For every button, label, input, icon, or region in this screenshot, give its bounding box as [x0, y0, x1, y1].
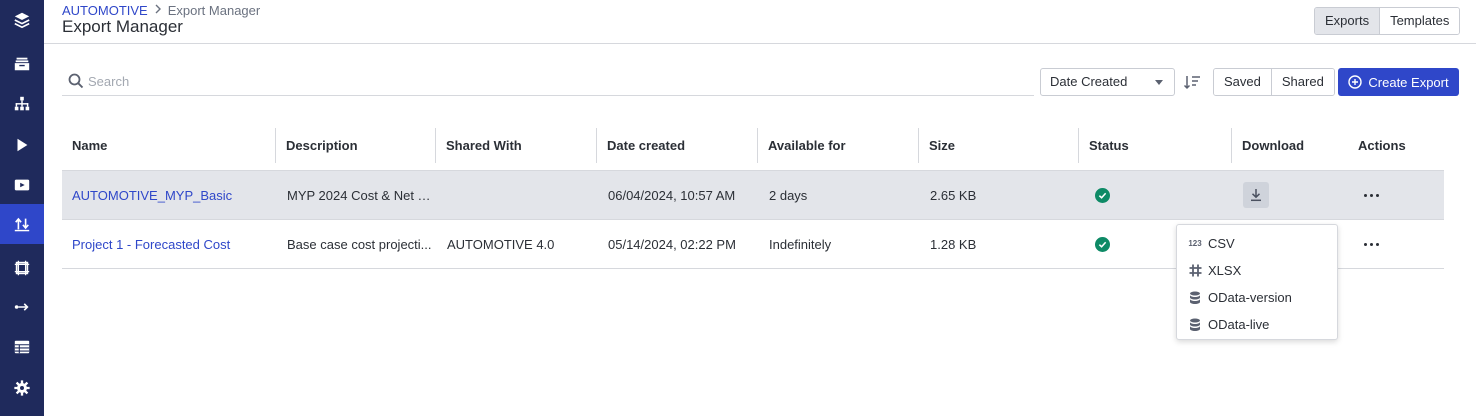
column-header-shared-with[interactable]: Shared With	[435, 128, 596, 163]
table-header: Name Description Shared With Date create…	[62, 120, 1444, 171]
search-input[interactable]	[88, 70, 988, 92]
sort-direction-icon[interactable]	[1182, 72, 1202, 92]
breadcrumb-root-link[interactable]: AUTOMOTIVE	[62, 3, 148, 18]
column-header-status[interactable]: Status	[1078, 128, 1231, 163]
database-icon	[1188, 291, 1202, 305]
download-icon	[1251, 189, 1261, 202]
inbox-icon[interactable]	[0, 44, 44, 84]
more-actions-icon[interactable]	[1364, 242, 1379, 246]
create-export-label: Create Export	[1368, 74, 1449, 90]
filter-toggle: Saved Shared	[1213, 68, 1335, 96]
export-date-created: 05/14/2024, 02:22 PM	[608, 236, 736, 252]
export-shared-with: AUTOMOTIVE 4.0	[447, 236, 555, 252]
play-icon[interactable]	[0, 125, 44, 165]
filter-saved-button[interactable]: Saved	[1214, 69, 1271, 95]
plus-circle-icon	[1348, 75, 1363, 89]
menu-item-label: XLSX	[1208, 263, 1242, 278]
column-header-available-for[interactable]: Available for	[757, 128, 918, 163]
view-toggle: Exports Templates	[1314, 7, 1461, 35]
status-cell	[1085, 220, 1145, 268]
download-cell	[1233, 171, 1293, 219]
export-description: MYP 2024 Cost & Net P...	[277, 171, 437, 219]
export-shared-with	[437, 171, 597, 219]
export-size: 2.65 KB	[930, 187, 977, 203]
export-description: Base case cost projecti...	[277, 220, 437, 268]
export-date-created: 06/04/2024, 10:57 AM	[608, 187, 736, 203]
filter-shared-button[interactable]: Shared	[1270, 69, 1334, 95]
export-arrows-icon[interactable]	[0, 204, 44, 244]
tab-templates[interactable]: Templates	[1379, 8, 1460, 34]
numeric-123-icon: 123	[1188, 239, 1202, 248]
status-cell	[1085, 171, 1145, 219]
more-actions-icon[interactable]	[1364, 193, 1379, 197]
success-check-icon	[1095, 187, 1110, 203]
route-icon[interactable]	[0, 287, 44, 327]
export-available-for: 2 days	[769, 187, 808, 203]
tab-exports[interactable]: Exports	[1315, 8, 1380, 34]
sidebar	[0, 0, 44, 416]
database-icon	[1188, 318, 1202, 332]
search-bar	[62, 66, 1034, 96]
menu-item-label: OData-live	[1208, 317, 1270, 332]
column-header-date-created[interactable]: Date created	[596, 128, 757, 163]
menu-item-odata-version[interactable]: OData-version	[1177, 284, 1337, 311]
column-header-actions: Actions	[1358, 137, 1406, 153]
export-name-link[interactable]: AUTOMOTIVE_MYP_Basic	[62, 171, 275, 219]
table-icon[interactable]	[0, 327, 44, 367]
video-icon[interactable]	[0, 165, 44, 205]
create-export-button[interactable]: Create Export	[1338, 68, 1459, 96]
sort-select-value: Date Created	[1050, 74, 1128, 89]
menu-item-csv[interactable]: 123 CSV	[1177, 230, 1337, 257]
actions-cell	[1354, 220, 1414, 268]
export-name-link[interactable]: Project 1 - Forecasted Cost	[62, 220, 275, 268]
menu-item-xlsx[interactable]: XLSX	[1177, 257, 1337, 284]
hierarchy-icon[interactable]	[0, 84, 44, 124]
header: AUTOMOTIVE Export Manager Export Manager…	[44, 0, 1476, 44]
column-header-size[interactable]: Size	[918, 128, 1078, 163]
column-header-download: Download	[1231, 128, 1346, 163]
frame-icon[interactable]	[0, 248, 44, 288]
column-header-description[interactable]: Description	[275, 128, 435, 163]
layers-icon[interactable]	[0, 0, 44, 40]
breadcrumb: AUTOMOTIVE Export Manager	[62, 3, 260, 18]
success-check-icon	[1095, 236, 1110, 252]
chevron-right-icon	[154, 4, 162, 17]
column-header-name[interactable]: Name	[62, 120, 275, 170]
download-format-menu: 123 CSV XLSX OData-version OData-live	[1176, 224, 1338, 340]
gear-icon[interactable]	[0, 368, 44, 408]
menu-item-odata-live[interactable]: OData-live	[1177, 311, 1337, 338]
actions-cell	[1354, 171, 1414, 219]
export-available-for: Indefinitely	[769, 236, 832, 252]
search-icon	[68, 73, 84, 89]
export-description-text: Base case cost projecti...	[287, 236, 432, 252]
export-description-text: MYP 2024 Cost & Net P...	[287, 187, 433, 203]
menu-item-label: OData-version	[1208, 290, 1292, 305]
sort-select[interactable]: Date Created	[1040, 68, 1175, 96]
menu-item-label: CSV	[1208, 236, 1235, 251]
page-title: Export Manager	[62, 17, 183, 36]
caret-down-icon	[1155, 80, 1163, 85]
download-button[interactable]	[1243, 182, 1269, 208]
export-size: 1.28 KB	[930, 236, 977, 252]
table-row[interactable]: AUTOMOTIVE_MYP_Basic MYP 2024 Cost & Net…	[62, 171, 1444, 220]
grid-icon	[1188, 264, 1202, 278]
breadcrumb-current: Export Manager	[167, 3, 261, 18]
